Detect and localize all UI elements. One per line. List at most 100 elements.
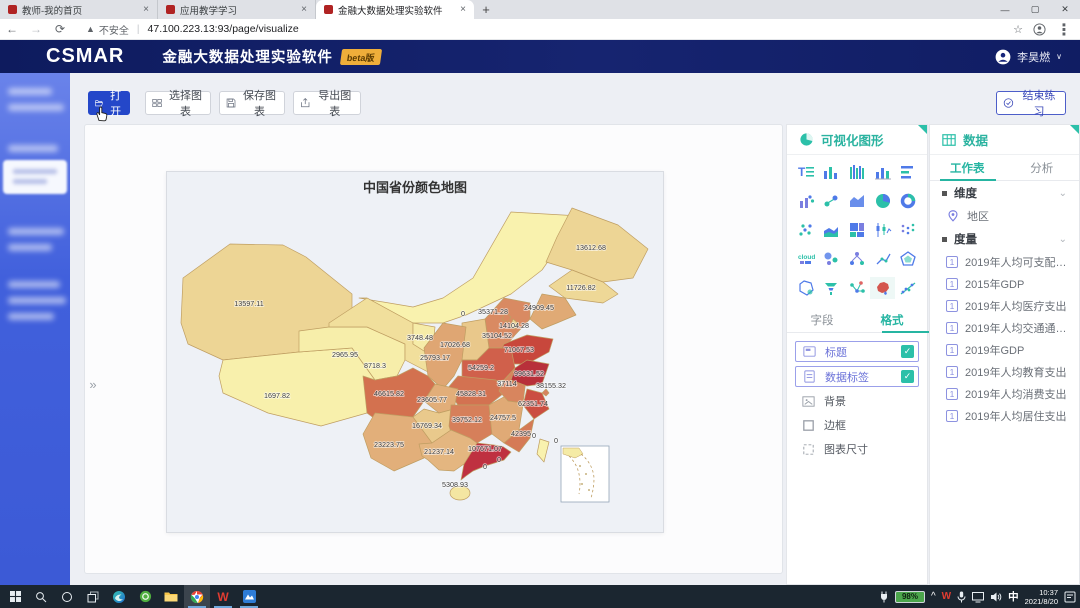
sidebar-item[interactable] bbox=[8, 228, 64, 235]
tab-close-icon[interactable]: × bbox=[301, 4, 307, 15]
user-menu[interactable]: 李昊燃 ∨ bbox=[995, 40, 1062, 73]
measure-item[interactable]: 12019年人均可支配收入 bbox=[930, 251, 1079, 273]
histogram-chart-icon[interactable] bbox=[844, 161, 870, 183]
browser-tab[interactable]: 应用教学学习 × bbox=[158, 0, 316, 19]
measure-item[interactable]: 12019年人均医疗支出 bbox=[930, 295, 1079, 317]
china-map-svg[interactable]: 013597.111697.822965.958718.33748.481361… bbox=[177, 200, 655, 510]
power-plug-icon[interactable] bbox=[879, 591, 889, 603]
column-chart-icon[interactable] bbox=[870, 161, 896, 183]
province-taiwan[interactable] bbox=[537, 439, 549, 462]
file-explorer-button[interactable] bbox=[158, 585, 184, 608]
relation-graph-chart-icon[interactable] bbox=[844, 248, 870, 270]
cortana-button[interactable] bbox=[54, 585, 80, 608]
blue-app-button[interactable] bbox=[236, 585, 262, 608]
sidebar-item[interactable] bbox=[8, 313, 54, 320]
browser-menu-icon[interactable]: ⋮ bbox=[1056, 20, 1072, 40]
measure-item[interactable]: 12019年人均教育支出 bbox=[930, 361, 1079, 383]
province-xizang[interactable] bbox=[219, 348, 375, 426]
sidebar-item[interactable] bbox=[8, 145, 58, 152]
sidebar-item-active[interactable] bbox=[3, 160, 67, 194]
finish-practice-button[interactable]: 结束练习 bbox=[996, 91, 1066, 115]
format-option-border[interactable]: 边框 bbox=[795, 415, 919, 435]
tab-fields[interactable]: 字段 bbox=[787, 307, 857, 332]
stacked-area-chart-icon[interactable] bbox=[819, 219, 845, 241]
sidebar-item[interactable] bbox=[8, 281, 60, 288]
checkbox-checked-icon[interactable]: ✓ bbox=[901, 370, 914, 383]
donut-chart-icon[interactable] bbox=[895, 190, 921, 212]
radar-chart-icon[interactable] bbox=[895, 248, 921, 270]
task-view-button[interactable] bbox=[80, 585, 106, 608]
tab-analysis[interactable]: 分析 bbox=[1005, 155, 1080, 180]
scatter-chart-icon[interactable] bbox=[793, 219, 819, 241]
china-map-chart-icon[interactable] bbox=[870, 277, 896, 299]
word-cloud-chart-icon[interactable]: cloud bbox=[793, 248, 819, 270]
treemap-chart-icon[interactable] bbox=[844, 219, 870, 241]
maximize-icon[interactable]: ▢ bbox=[1020, 0, 1050, 19]
checkbox-checked-icon[interactable]: ✓ bbox=[901, 345, 914, 358]
pie-chart-icon[interactable] bbox=[870, 190, 896, 212]
url-text[interactable]: 47.100.223.13:93/page/visualize bbox=[148, 23, 299, 35]
forward-icon[interactable]: → bbox=[24, 22, 48, 36]
wps-tray-icon[interactable]: W bbox=[942, 591, 951, 602]
select-chart-button[interactable]: 选择图表 bbox=[145, 91, 211, 115]
notification-center-icon[interactable] bbox=[1064, 591, 1076, 603]
search-button[interactable] bbox=[28, 585, 54, 608]
close-icon[interactable]: ✕ bbox=[1050, 0, 1080, 19]
format-option-size[interactable]: 图表尺寸 bbox=[795, 439, 919, 459]
bar-chart-icon[interactable] bbox=[819, 161, 845, 183]
chrome-button[interactable] bbox=[184, 585, 210, 608]
network-graph-chart-icon[interactable] bbox=[844, 277, 870, 299]
tray-expand-icon[interactable]: ^ bbox=[931, 591, 936, 602]
back-icon[interactable]: ← bbox=[0, 22, 24, 36]
chart-panel[interactable]: 中国省份颜色地图 013597.111697.822965.958718.337… bbox=[166, 171, 664, 533]
regression-scatter-chart-icon[interactable] bbox=[895, 277, 921, 299]
measure-section-header[interactable]: 度量 ⌄ bbox=[930, 227, 1079, 251]
area-chart-icon[interactable] bbox=[844, 190, 870, 212]
ime-indicator[interactable]: 中 bbox=[1008, 589, 1019, 604]
format-option-datalabel[interactable]: 数据标签✓ bbox=[795, 366, 919, 387]
new-tab-button[interactable]: + bbox=[474, 0, 498, 19]
link-scatter-chart-icon[interactable] bbox=[819, 190, 845, 212]
combo-chart-icon[interactable] bbox=[793, 190, 819, 212]
browser-tab[interactable]: 教师-我的首页 × bbox=[0, 0, 158, 19]
tab-close-icon[interactable]: × bbox=[460, 4, 466, 15]
site-security[interactable]: ▲ 不安全 | 47.100.223.13:93/page/visualize bbox=[86, 22, 299, 37]
save-chart-button[interactable]: 保存图表 bbox=[219, 91, 285, 115]
start-button[interactable] bbox=[2, 585, 28, 608]
candlestick-chart-icon[interactable] bbox=[870, 219, 896, 241]
speaker-icon[interactable] bbox=[990, 591, 1002, 603]
sidebar-item[interactable] bbox=[8, 104, 64, 111]
measure-item[interactable]: 12019年人均消费支出 bbox=[930, 383, 1079, 405]
microphone-icon[interactable] bbox=[957, 591, 966, 603]
clock[interactable]: 10:37 2021/8/20 bbox=[1025, 588, 1058, 606]
sidebar-item[interactable] bbox=[8, 297, 66, 304]
strip-dot-chart-icon[interactable] bbox=[895, 219, 921, 241]
table-list-chart-icon[interactable]: T bbox=[793, 161, 819, 183]
edge-button[interactable] bbox=[106, 585, 132, 608]
bookmark-star-icon[interactable]: ☆ bbox=[1013, 23, 1023, 36]
tab-worksheet[interactable]: 工作表 bbox=[930, 155, 1005, 180]
reload-icon[interactable]: ⟳ bbox=[48, 22, 72, 36]
display-network-icon[interactable] bbox=[972, 591, 984, 603]
measure-item[interactable]: 12019年人均居住支出 bbox=[930, 405, 1079, 427]
profile-icon[interactable] bbox=[1033, 23, 1046, 36]
browser-tab[interactable]: 金融大数据处理实验软件 × bbox=[316, 0, 474, 19]
polygon-chart-icon[interactable] bbox=[793, 277, 819, 299]
dimension-item[interactable]: 地区 bbox=[930, 205, 1079, 227]
export-chart-button[interactable]: 导出图表 bbox=[293, 91, 361, 115]
horizontal-bar-chart-icon[interactable] bbox=[895, 161, 921, 183]
sidebar-item[interactable] bbox=[8, 244, 52, 251]
browser-360-button[interactable] bbox=[132, 585, 158, 608]
format-option-background[interactable]: 背景 bbox=[795, 391, 919, 411]
battery-indicator[interactable]: 98% bbox=[895, 591, 925, 603]
measure-item[interactable]: 12015年GDP bbox=[930, 273, 1079, 295]
sidebar-item[interactable] bbox=[8, 88, 52, 95]
dimension-section-header[interactable]: 维度 ⌄ bbox=[930, 181, 1079, 205]
tab-format[interactable]: 格式 bbox=[857, 307, 927, 332]
tab-close-icon[interactable]: × bbox=[143, 4, 149, 15]
measure-item[interactable]: 12019年GDP bbox=[930, 339, 1079, 361]
format-option-title[interactable]: 标题✓ bbox=[795, 341, 919, 362]
bubble-chart-icon[interactable] bbox=[819, 248, 845, 270]
measure-item[interactable]: 12019年人均交通通信... bbox=[930, 317, 1079, 339]
collapse-handle[interactable]: » bbox=[85, 370, 101, 398]
